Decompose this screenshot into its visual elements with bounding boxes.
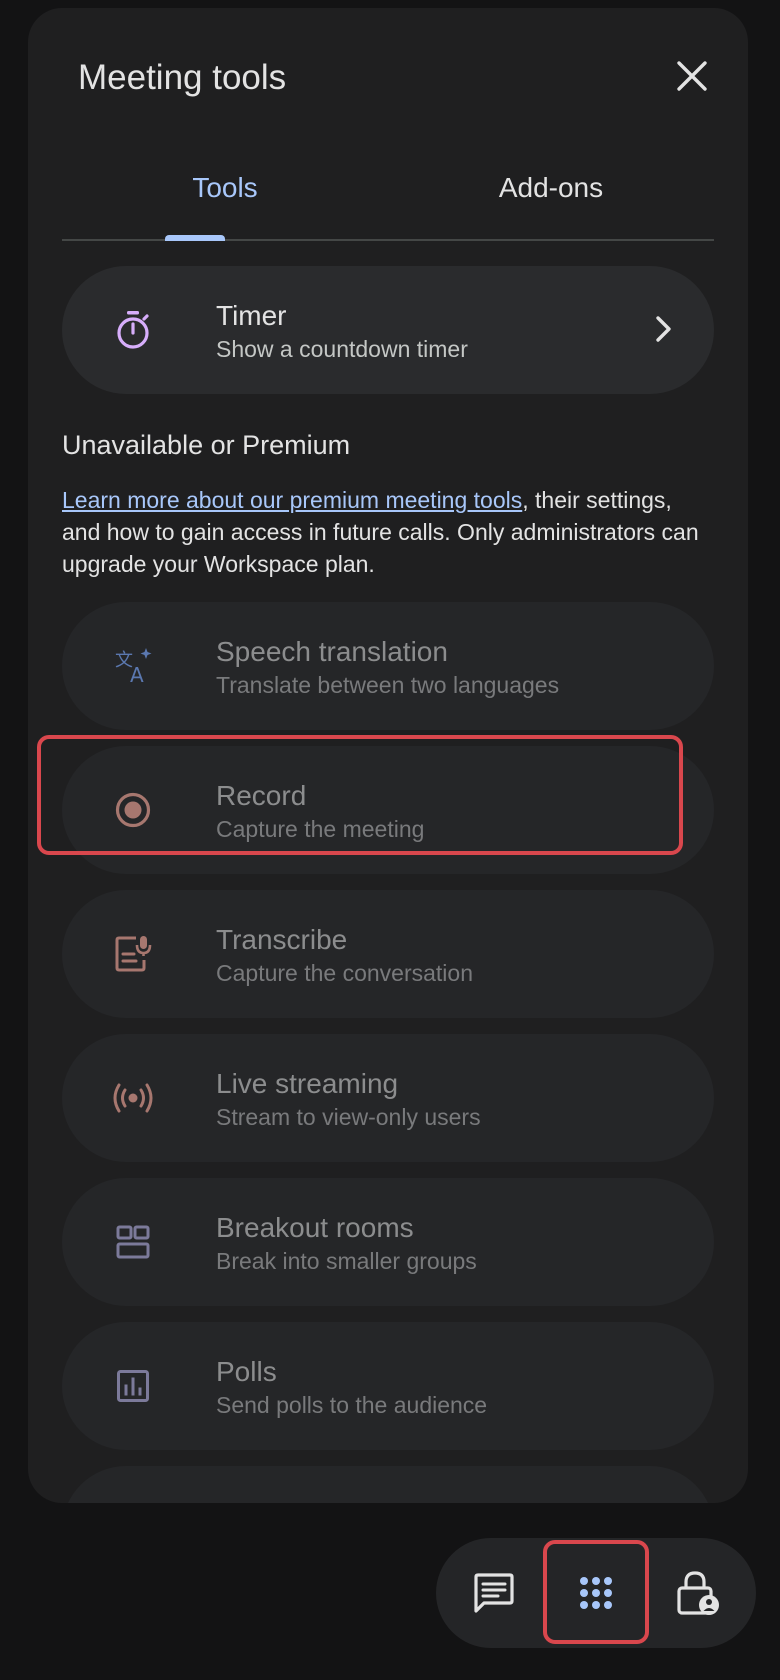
timer-title: Timer [216, 300, 287, 331]
chevron-right-icon [656, 316, 671, 342]
speech-translation-subtitle: Translate between two languages [216, 672, 560, 698]
live-stream-icon [108, 1073, 158, 1123]
host-controls-button[interactable] [668, 1563, 728, 1623]
tab-add-ons[interactable]: Add-ons [388, 148, 714, 239]
transcribe-tool-card[interactable]: Transcribe Capture the conversation [62, 890, 714, 1018]
host-controls-icon [677, 1571, 719, 1615]
timer-subtitle: Show a countdown timer [216, 336, 468, 362]
section-description: Learn more about our premium meeting too… [62, 484, 702, 580]
bottom-control-bar [436, 1538, 756, 1648]
next-tool-card[interactable] [62, 1466, 714, 1503]
section-heading-unavailable: Unavailable or Premium [62, 430, 351, 460]
record-subtitle: Capture the meeting [216, 816, 425, 842]
breakout-rooms-tool-card[interactable]: Breakout rooms Break into smaller groups [62, 1178, 714, 1306]
record-icon [108, 785, 158, 835]
polls-tool-card[interactable]: Polls Send polls to the audience [62, 1322, 714, 1450]
live-streaming-title: Live streaming [216, 1068, 399, 1099]
live-streaming-subtitle: Stream to view-only users [216, 1104, 481, 1130]
tab-indicator [165, 235, 225, 241]
svg-text:A: A [130, 663, 144, 686]
record-title: Record [216, 780, 307, 811]
timer-tool-card[interactable]: Timer Show a countdown timer [62, 266, 714, 394]
polls-subtitle: Send polls to the audience [216, 1392, 488, 1418]
chat-icon [474, 1573, 514, 1613]
breakout-rooms-title: Breakout rooms [216, 1212, 414, 1243]
tab-tools[interactable]: Tools [62, 148, 388, 241]
transcribe-title: Transcribe [216, 924, 348, 955]
breakout-rooms-icon [108, 1217, 158, 1267]
timer-icon [108, 305, 158, 355]
apps-grid-icon [580, 1577, 612, 1609]
chat-button[interactable] [464, 1563, 524, 1623]
polls-title: Polls [216, 1356, 277, 1387]
transcribe-subtitle: Capture the conversation [216, 960, 473, 986]
meeting-tools-panel: Meeting tools Tools Add-ons Timer Show a… [28, 8, 748, 1503]
translate-icon: 文 A [108, 641, 158, 691]
tab-add-ons-label: Add-ons [498, 171, 604, 203]
live-streaming-tool-card[interactable]: Live streaming Stream to view-only users [62, 1034, 714, 1162]
close-icon [677, 61, 707, 91]
record-tool-card[interactable]: Record Capture the meeting [62, 746, 714, 874]
tab-bar: Tools Add-ons [62, 148, 714, 241]
close-button[interactable] [666, 50, 718, 102]
transcribe-icon [108, 929, 158, 979]
speech-translation-title: Speech translation [216, 636, 448, 667]
speech-translation-tool-card[interactable]: 文 A Speech translation Translate between… [62, 602, 714, 730]
panel-title: Meeting tools [78, 58, 287, 97]
breakout-rooms-subtitle: Break into smaller groups [216, 1248, 477, 1274]
meeting-tools-button[interactable] [566, 1563, 626, 1623]
polls-icon [108, 1361, 158, 1411]
tab-tools-label: Tools [192, 171, 258, 203]
premium-tools-link[interactable]: Learn more about our premium meeting too… [62, 487, 522, 513]
